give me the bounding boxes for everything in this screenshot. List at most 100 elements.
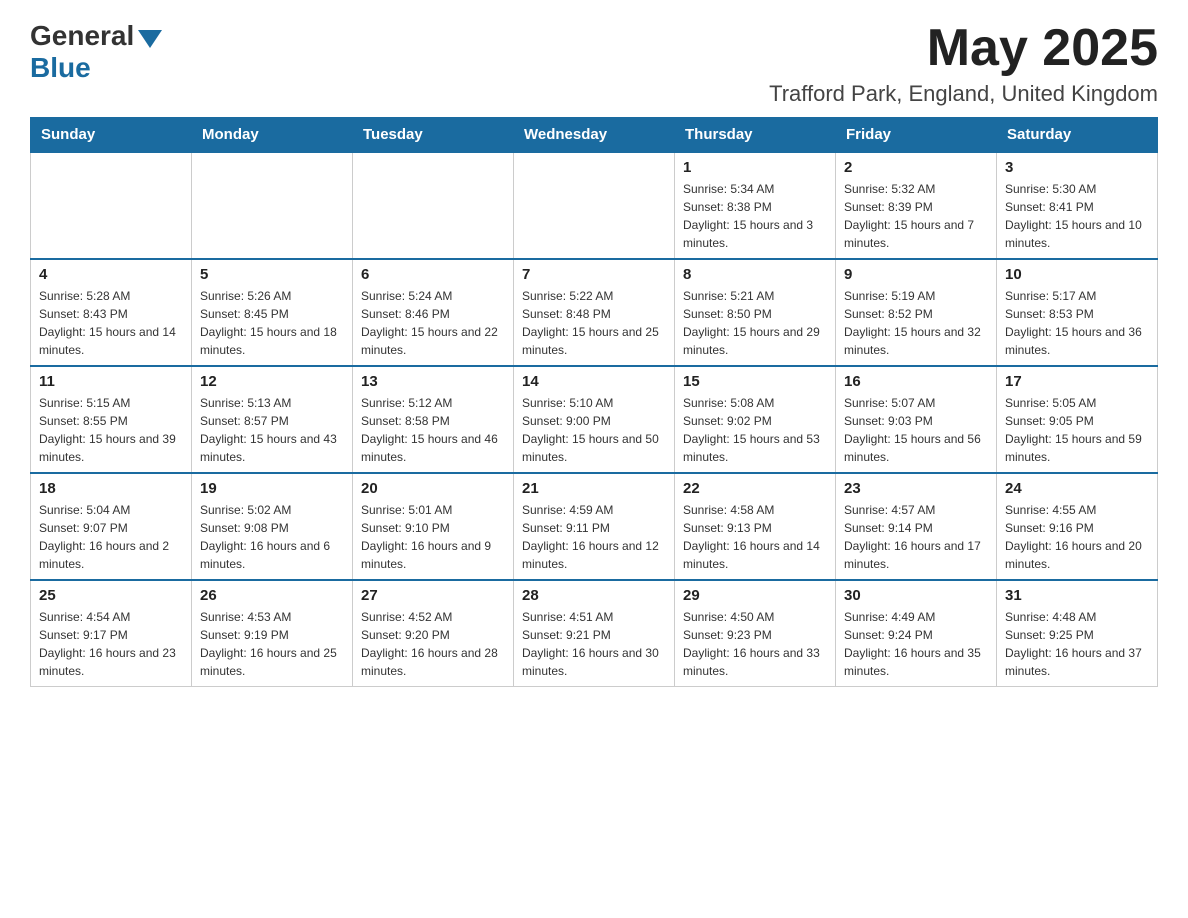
logo: General Blue: [30, 20, 162, 84]
calendar-cell: 6 Sunrise: 5:24 AM Sunset: 8:46 PM Daylig…: [353, 259, 514, 366]
day-info: Sunrise: 5:01 AM Sunset: 9:10 PM Dayligh…: [361, 501, 505, 573]
calendar-week-row: 11 Sunrise: 5:15 AM Sunset: 8:55 PM Dayli…: [31, 366, 1158, 473]
day-info: Sunrise: 5:19 AM Sunset: 8:52 PM Dayligh…: [844, 287, 988, 359]
calendar-cell: 21 Sunrise: 4:59 AM Sunset: 9:11 PM Dayli…: [514, 473, 675, 580]
day-info: Sunrise: 4:50 AM Sunset: 9:23 PM Dayligh…: [683, 608, 827, 680]
day-number: 11: [39, 373, 183, 390]
day-info: Sunrise: 5:15 AM Sunset: 8:55 PM Dayligh…: [39, 394, 183, 466]
day-number: 1: [683, 159, 827, 176]
day-info: Sunrise: 5:05 AM Sunset: 9:05 PM Dayligh…: [1005, 394, 1149, 466]
day-number: 30: [844, 587, 988, 604]
calendar-week-row: 1 Sunrise: 5:34 AM Sunset: 8:38 PM Daylig…: [31, 152, 1158, 259]
day-info: Sunrise: 4:48 AM Sunset: 9:25 PM Dayligh…: [1005, 608, 1149, 680]
calendar-cell: 10 Sunrise: 5:17 AM Sunset: 8:53 PM Dayli…: [997, 259, 1158, 366]
day-info: Sunrise: 4:59 AM Sunset: 9:11 PM Dayligh…: [522, 501, 666, 573]
day-number: 25: [39, 587, 183, 604]
calendar-cell: [31, 152, 192, 259]
day-number: 16: [844, 373, 988, 390]
calendar-cell: [514, 152, 675, 259]
day-number: 10: [1005, 266, 1149, 283]
calendar-cell: 9 Sunrise: 5:19 AM Sunset: 8:52 PM Daylig…: [836, 259, 997, 366]
calendar-cell: 2Sunrise: 5:32 AM Sunset: 8:39 PM Daylig…: [836, 152, 997, 259]
calendar-header-row: SundayMondayTuesdayWednesdayThursdayFrid…: [31, 118, 1158, 153]
day-info: Sunrise: 5:24 AM Sunset: 8:46 PM Dayligh…: [361, 287, 505, 359]
day-info: Sunrise: 5:04 AM Sunset: 9:07 PM Dayligh…: [39, 501, 183, 573]
day-number: 14: [522, 373, 666, 390]
day-number: 2: [844, 159, 988, 176]
calendar-header-saturday: Saturday: [997, 118, 1158, 153]
calendar-week-row: 18 Sunrise: 5:04 AM Sunset: 9:07 PM Dayli…: [31, 473, 1158, 580]
day-info: Sunrise: 5:13 AM Sunset: 8:57 PM Dayligh…: [200, 394, 344, 466]
calendar-cell: 31 Sunrise: 4:48 AM Sunset: 9:25 PM Dayli…: [997, 580, 1158, 687]
day-number: 13: [361, 373, 505, 390]
day-info: Sunrise: 4:54 AM Sunset: 9:17 PM Dayligh…: [39, 608, 183, 680]
day-number: 15: [683, 373, 827, 390]
calendar-cell: 22Sunrise: 4:58 AM Sunset: 9:13 PM Dayli…: [675, 473, 836, 580]
day-number: 29: [683, 587, 827, 604]
day-info: Sunrise: 5:21 AM Sunset: 8:50 PM Dayligh…: [683, 287, 827, 359]
day-info: Sunrise: 5:12 AM Sunset: 8:58 PM Dayligh…: [361, 394, 505, 466]
day-number: 31: [1005, 587, 1149, 604]
calendar-cell: 18 Sunrise: 5:04 AM Sunset: 9:07 PM Dayli…: [31, 473, 192, 580]
day-number: 27: [361, 587, 505, 604]
calendar-cell: 5 Sunrise: 5:26 AM Sunset: 8:45 PM Daylig…: [192, 259, 353, 366]
day-number: 26: [200, 587, 344, 604]
calendar-week-row: 4 Sunrise: 5:28 AM Sunset: 8:43 PM Daylig…: [31, 259, 1158, 366]
day-info: Sunrise: 5:10 AM Sunset: 9:00 PM Dayligh…: [522, 394, 666, 466]
calendar-cell: 20 Sunrise: 5:01 AM Sunset: 9:10 PM Dayli…: [353, 473, 514, 580]
day-number: 24: [1005, 480, 1149, 497]
day-info: Sunrise: 5:07 AM Sunset: 9:03 PM Dayligh…: [844, 394, 988, 466]
day-number: 17: [1005, 373, 1149, 390]
calendar-header-wednesday: Wednesday: [514, 118, 675, 153]
location-subtitle: Trafford Park, England, United Kingdom: [769, 81, 1158, 107]
title-block: May 2025 Trafford Park, England, United …: [769, 20, 1158, 107]
day-info: Sunrise: 4:57 AM Sunset: 9:14 PM Dayligh…: [844, 501, 988, 573]
calendar-cell: 29 Sunrise: 4:50 AM Sunset: 9:23 PM Dayli…: [675, 580, 836, 687]
day-info: Sunrise: 5:22 AM Sunset: 8:48 PM Dayligh…: [522, 287, 666, 359]
calendar-cell: 12 Sunrise: 5:13 AM Sunset: 8:57 PM Dayli…: [192, 366, 353, 473]
calendar-cell: 24 Sunrise: 4:55 AM Sunset: 9:16 PM Dayli…: [997, 473, 1158, 580]
day-number: 4: [39, 266, 183, 283]
day-info: Sunrise: 5:28 AM Sunset: 8:43 PM Dayligh…: [39, 287, 183, 359]
calendar-cell: 26 Sunrise: 4:53 AM Sunset: 9:19 PM Dayli…: [192, 580, 353, 687]
day-info: Sunrise: 5:17 AM Sunset: 8:53 PM Dayligh…: [1005, 287, 1149, 359]
calendar-header-thursday: Thursday: [675, 118, 836, 153]
calendar-cell: 3Sunrise: 5:30 AM Sunset: 8:41 PM Daylig…: [997, 152, 1158, 259]
day-number: 9: [844, 266, 988, 283]
logo-blue-text: Blue: [30, 52, 91, 84]
calendar-cell: 14 Sunrise: 5:10 AM Sunset: 9:00 PM Dayli…: [514, 366, 675, 473]
day-info: Sunrise: 4:53 AM Sunset: 9:19 PM Dayligh…: [200, 608, 344, 680]
day-info: Sunrise: 5:30 AM Sunset: 8:41 PM Dayligh…: [1005, 180, 1149, 252]
day-number: 23: [844, 480, 988, 497]
day-info: Sunrise: 5:34 AM Sunset: 8:38 PM Dayligh…: [683, 180, 827, 252]
day-number: 21: [522, 480, 666, 497]
calendar-header-friday: Friday: [836, 118, 997, 153]
calendar-cell: 28Sunrise: 4:51 AM Sunset: 9:21 PM Dayli…: [514, 580, 675, 687]
day-number: 6: [361, 266, 505, 283]
calendar-cell: 11 Sunrise: 5:15 AM Sunset: 8:55 PM Dayli…: [31, 366, 192, 473]
day-info: Sunrise: 5:26 AM Sunset: 8:45 PM Dayligh…: [200, 287, 344, 359]
calendar-cell: 19Sunrise: 5:02 AM Sunset: 9:08 PM Dayli…: [192, 473, 353, 580]
day-number: 12: [200, 373, 344, 390]
day-number: 20: [361, 480, 505, 497]
calendar-cell: 1 Sunrise: 5:34 AM Sunset: 8:38 PM Daylig…: [675, 152, 836, 259]
logo-triangle-icon: [138, 30, 162, 48]
calendar-cell: 15Sunrise: 5:08 AM Sunset: 9:02 PM Dayli…: [675, 366, 836, 473]
calendar-cell: 8 Sunrise: 5:21 AM Sunset: 8:50 PM Daylig…: [675, 259, 836, 366]
day-number: 5: [200, 266, 344, 283]
day-info: Sunrise: 4:52 AM Sunset: 9:20 PM Dayligh…: [361, 608, 505, 680]
calendar-cell: 23 Sunrise: 4:57 AM Sunset: 9:14 PM Dayli…: [836, 473, 997, 580]
calendar-cell: [192, 152, 353, 259]
day-info: Sunrise: 4:55 AM Sunset: 9:16 PM Dayligh…: [1005, 501, 1149, 573]
calendar-table: SundayMondayTuesdayWednesdayThursdayFrid…: [30, 117, 1158, 687]
calendar-cell: 16 Sunrise: 5:07 AM Sunset: 9:03 PM Dayli…: [836, 366, 997, 473]
calendar-cell: 7Sunrise: 5:22 AM Sunset: 8:48 PM Daylig…: [514, 259, 675, 366]
calendar-week-row: 25 Sunrise: 4:54 AM Sunset: 9:17 PM Dayli…: [31, 580, 1158, 687]
calendar-cell: 4 Sunrise: 5:28 AM Sunset: 8:43 PM Daylig…: [31, 259, 192, 366]
calendar-header-sunday: Sunday: [31, 118, 192, 153]
calendar-cell: 17 Sunrise: 5:05 AM Sunset: 9:05 PM Dayli…: [997, 366, 1158, 473]
day-number: 18: [39, 480, 183, 497]
day-number: 8: [683, 266, 827, 283]
day-number: 19: [200, 480, 344, 497]
day-info: Sunrise: 4:51 AM Sunset: 9:21 PM Dayligh…: [522, 608, 666, 680]
